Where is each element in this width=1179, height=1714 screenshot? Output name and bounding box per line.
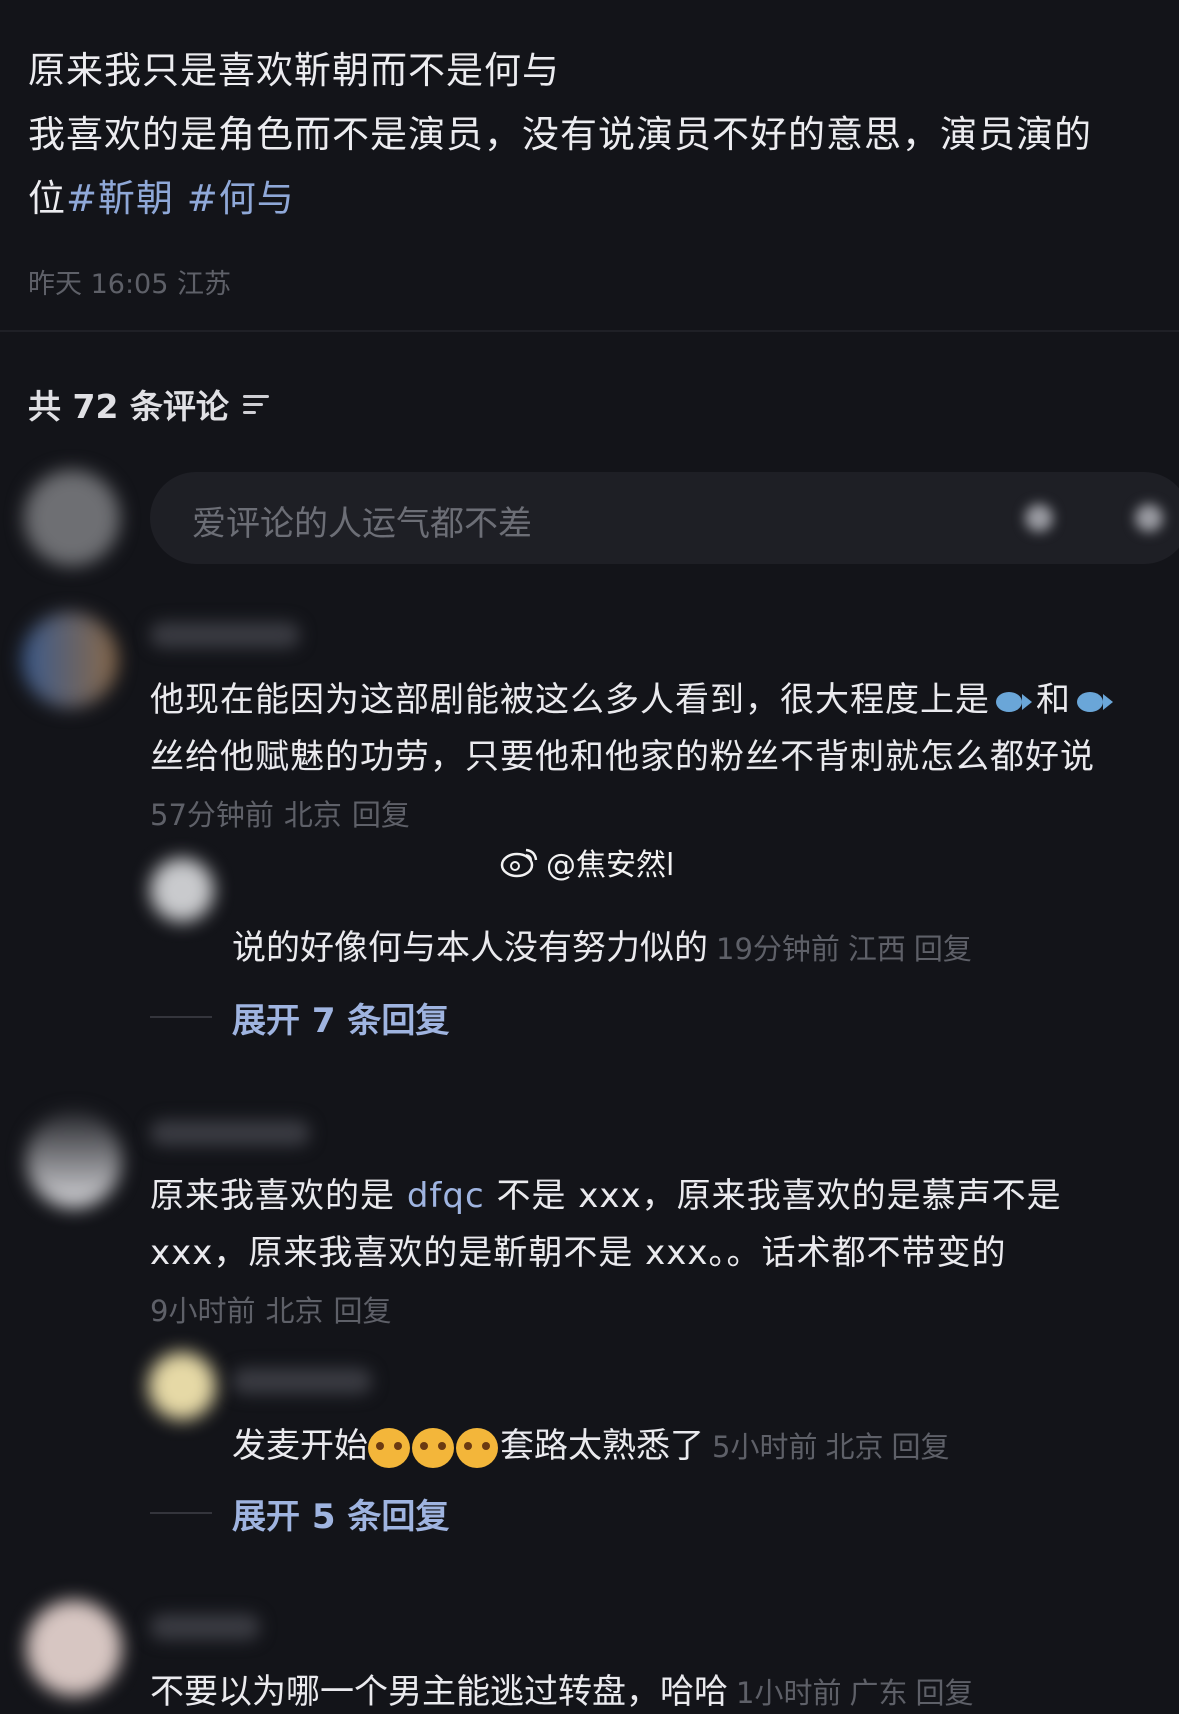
- reply-button[interactable]: 回复: [352, 798, 410, 832]
- fish-emoji-icon: [994, 690, 1032, 714]
- comment-location: 广东: [849, 1676, 908, 1710]
- hashtag-link[interactable]: #何与: [187, 177, 295, 220]
- comment-meta: 57分钟前 北京 回复: [150, 792, 420, 834]
- expand-divider: [150, 1016, 212, 1018]
- comment-text-line-2: 丝给他赋魅的功劳，只要他和他家的粉丝不背刺就怎么都好说: [150, 737, 1095, 777]
- comment-location: 北京: [265, 1294, 324, 1328]
- commenter-name[interactable]: [150, 622, 300, 648]
- emoji-icon[interactable]: [1135, 504, 1163, 532]
- post-text-line-3: 位#靳朝 #何与: [28, 168, 295, 222]
- comment-location: 北京: [283, 798, 342, 832]
- sort-icon[interactable]: [242, 393, 269, 415]
- expand-replies-button[interactable]: 展开 5 条回复: [232, 1489, 449, 1538]
- comment-text-line-1: 他现在能因为这部剧能被这么多人看到，很大程度上是和: [150, 672, 1117, 721]
- post-timestamp: 昨天 16:05 江苏: [28, 269, 231, 300]
- reply-button[interactable]: 回复: [915, 1676, 973, 1710]
- emoji-icon[interactable]: [1025, 504, 1053, 532]
- reply-button[interactable]: 回复: [333, 1294, 391, 1328]
- watermark-text: @焦安然l: [546, 848, 675, 883]
- comment-input[interactable]: 爱评论的人运气都不差: [150, 472, 1179, 564]
- fish-emoji-icon: [1075, 690, 1113, 714]
- post-text-line-1: 原来我只是喜欢靳朝而不是何与: [28, 49, 560, 92]
- post-text-line-2: 我喜欢的是角色而不是演员，没有说演员不好的意思，演员演的: [28, 113, 1092, 156]
- weibo-icon: [500, 848, 538, 878]
- hashtag-link[interactable]: #靳朝: [66, 177, 174, 220]
- reply-avatar[interactable]: [148, 1352, 216, 1420]
- commenter-name[interactable]: [150, 1120, 310, 1146]
- reply-button[interactable]: 回复: [914, 932, 972, 966]
- comment-meta: 9小时前 北京 回复: [150, 1288, 401, 1330]
- comment-time: 57分钟前: [150, 798, 274, 832]
- reply-text: 说的好像何与本人没有努力似的 19分钟前 江西 回复: [232, 928, 972, 968]
- comment-time: 9小时前: [150, 1294, 256, 1328]
- commenter-avatar[interactable]: [26, 1600, 122, 1696]
- comment-time: 1小时前: [736, 1676, 842, 1710]
- commenter-name[interactable]: [150, 1614, 260, 1640]
- expand-divider: [150, 1512, 212, 1514]
- reply-location: 江西: [847, 932, 906, 966]
- commenter-avatar[interactable]: [22, 612, 118, 708]
- current-user-avatar: [24, 470, 120, 566]
- reply-button[interactable]: 回复: [891, 1430, 949, 1464]
- comment-text-line-1: 原来我喜欢的是 dfqc 不是 xxx，原来我喜欢的是慕声不是: [150, 1176, 1062, 1216]
- comment-count-header[interactable]: 共 72 条评论: [28, 380, 269, 428]
- reply-avatar[interactable]: [150, 858, 214, 922]
- weibo-watermark: @焦安然l: [500, 840, 674, 884]
- section-divider: [0, 330, 1179, 332]
- reply-author-name[interactable]: [232, 1368, 372, 1394]
- reply-time: 19分钟前: [716, 932, 840, 966]
- post-text-prefix: 位: [28, 177, 66, 220]
- expand-replies-button[interactable]: 展开 7 条回复: [232, 993, 449, 1042]
- laughing-cat-emoji-icon: [368, 1427, 410, 1468]
- comment-text: 不要以为哪一个男主能逃过转盘，哈哈 1小时前 广东 回复: [150, 1672, 974, 1712]
- reply-time: 5小时前: [712, 1430, 818, 1464]
- reply-location: 北京: [825, 1430, 884, 1464]
- commenter-avatar[interactable]: [26, 1112, 122, 1208]
- reply-text: 发麦开始 套路太熟悉了 5小时前 北京 回复: [232, 1426, 950, 1468]
- comment-input-placeholder: 爱评论的人运气都不差: [192, 504, 532, 544]
- comment-text-line-2: xxx，原来我喜欢的是靳朝不是 xxx。。话术都不带变的: [150, 1233, 1007, 1273]
- comment-count-label: 共 72 条评论: [28, 387, 229, 426]
- laughing-cat-emoji-icon: [412, 1427, 454, 1468]
- laughing-cat-emoji-icon: [456, 1427, 498, 1468]
- search-link[interactable]: dfqc: [407, 1176, 485, 1216]
